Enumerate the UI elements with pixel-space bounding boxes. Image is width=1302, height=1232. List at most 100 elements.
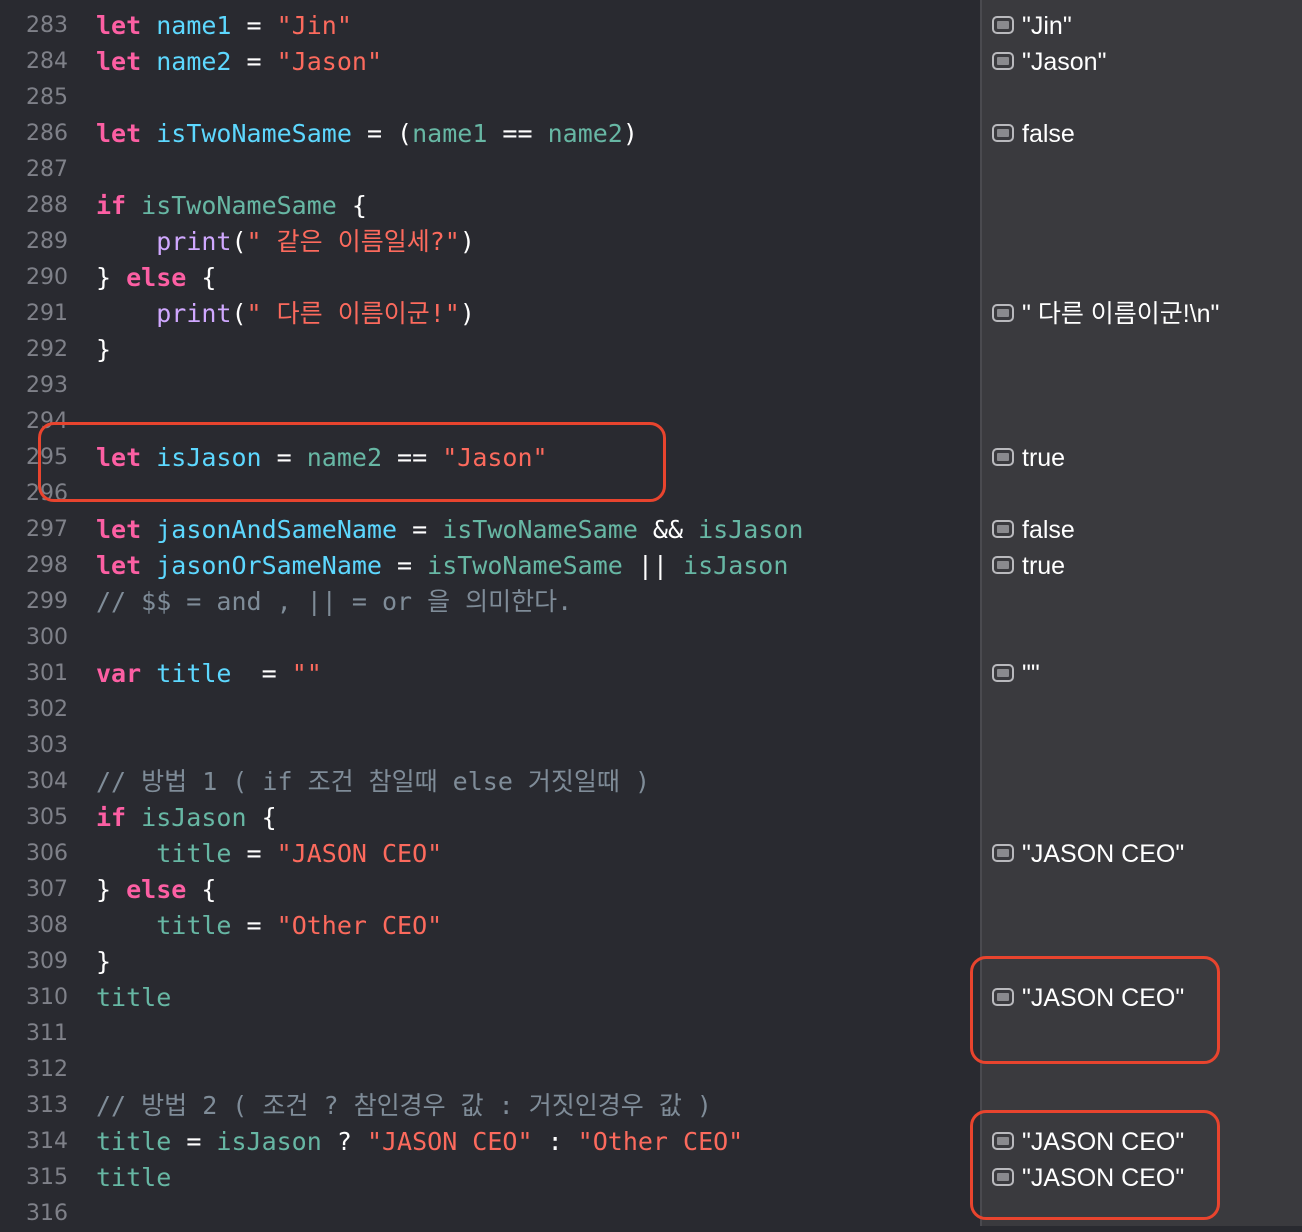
code-line[interactable]: 299 // $$ = and , || = or 을 의미한다. bbox=[0, 584, 980, 620]
result-value[interactable]: false bbox=[992, 116, 1075, 152]
code-token: { bbox=[186, 263, 217, 292]
code-line[interactable]: 312 bbox=[0, 1052, 980, 1088]
line-number: 316 bbox=[26, 1201, 68, 1226]
line-number: 313 bbox=[26, 1093, 68, 1118]
code-line[interactable]: 304 // 방법 1 ( if 조건 참일때 else 거짓일때 ) bbox=[0, 764, 980, 800]
code-token: = bbox=[231, 659, 292, 688]
code-line[interactable]: 287 bbox=[0, 152, 980, 188]
code-text: } bbox=[96, 332, 111, 368]
code-line[interactable]: 302 bbox=[0, 692, 980, 728]
code-line[interactable]: 283 let name1 = "Jin" bbox=[0, 8, 980, 44]
code-line[interactable]: 284 let name2 = "Jason" bbox=[0, 44, 980, 80]
result-value[interactable]: true bbox=[992, 440, 1065, 476]
code-line[interactable]: 292} bbox=[0, 332, 980, 368]
quick-look-icon[interactable] bbox=[992, 52, 1014, 71]
code-line[interactable]: 300 bbox=[0, 620, 980, 656]
quick-look-icon[interactable] bbox=[992, 304, 1014, 323]
quick-look-icon[interactable] bbox=[992, 16, 1014, 35]
code-line[interactable]: 303 bbox=[0, 728, 980, 764]
code-line[interactable]: 305 if isJason { bbox=[0, 800, 980, 836]
code-text: } bbox=[96, 944, 111, 980]
highlight-box-result-310 bbox=[970, 956, 1220, 1064]
code-token: " 같은 이름일세?" bbox=[246, 227, 460, 256]
code-token: || bbox=[622, 551, 684, 580]
code-token: isJason bbox=[141, 803, 247, 832]
result-value[interactable]: "Jason" bbox=[992, 44, 1106, 80]
code-editor[interactable]: 283 let name1 = "Jin" 284 let name2 = "Jaso… bbox=[0, 0, 980, 1226]
quick-look-icon[interactable] bbox=[992, 448, 1014, 467]
code-line[interactable]: 316 bbox=[0, 1196, 980, 1232]
code-token: title bbox=[96, 983, 172, 1012]
code-line[interactable]: 293 bbox=[0, 368, 980, 404]
code-line[interactable]: 309} bbox=[0, 944, 980, 980]
code-text: let name1 = "Jin" bbox=[96, 8, 352, 44]
code-line[interactable]: 285 bbox=[0, 80, 980, 116]
result-text: " 다른 이름이군!\n" bbox=[1022, 300, 1220, 328]
code-line[interactable]: 314 title = isJason ? "JASON CEO" : "Othe… bbox=[0, 1124, 980, 1160]
code-token: } bbox=[96, 947, 112, 976]
code-text: // 방법 2 ( 조건 ? 참인경우 값 : 거짓인경우 값 ) bbox=[96, 1088, 712, 1124]
result-value[interactable]: "" bbox=[992, 656, 1040, 692]
code-token: = bbox=[382, 551, 428, 580]
code-line[interactable]: 311 bbox=[0, 1016, 980, 1052]
result-value[interactable]: " 다른 이름이군!\n" bbox=[992, 296, 1219, 332]
line-number: 311 bbox=[26, 1021, 68, 1046]
line-number: 307 bbox=[26, 877, 68, 902]
code-token: isTwoNameSame bbox=[427, 551, 623, 580]
code-line[interactable]: 289 print(" 같은 이름일세?") bbox=[0, 224, 980, 260]
code-text: print(" 같은 이름일세?") bbox=[96, 224, 475, 260]
code-token: isTwoNameSame bbox=[156, 119, 352, 148]
code-text: let isTwoNameSame = (name1 == name2) bbox=[96, 116, 638, 152]
line-number: 288 bbox=[26, 193, 68, 218]
result-value[interactable]: "Jin" bbox=[992, 8, 1072, 44]
code-line[interactable]: 290} else { bbox=[0, 260, 980, 296]
code-token: } bbox=[96, 335, 112, 364]
code-text: if isTwoNameSame { bbox=[96, 188, 367, 224]
code-line[interactable]: 297 let jasonAndSameName = isTwoNameSame … bbox=[0, 512, 980, 548]
code-token: "Other CEO" bbox=[577, 1127, 744, 1156]
quick-look-icon[interactable] bbox=[992, 520, 1014, 539]
result-text: "" bbox=[1022, 660, 1040, 688]
code-line[interactable]: 301 var title = "" bbox=[0, 656, 980, 692]
code-text: let jasonAndSameName = isTwoNameSame && … bbox=[96, 512, 803, 548]
code-line[interactable]: 286 let isTwoNameSame = (name1 == name2) bbox=[0, 116, 980, 152]
code-token: == bbox=[487, 119, 548, 148]
code-token: = bbox=[397, 515, 443, 544]
line-number: 290 bbox=[26, 265, 68, 290]
highlight-box-result-314-315 bbox=[970, 1110, 1220, 1220]
code-token: ( bbox=[231, 227, 247, 256]
code-line[interactable]: 288 if isTwoNameSame { bbox=[0, 188, 980, 224]
code-text: // 방법 1 ( if 조건 참일때 else 거짓일때 ) bbox=[96, 764, 650, 800]
quick-look-icon[interactable] bbox=[992, 664, 1014, 683]
quick-look-icon[interactable] bbox=[992, 124, 1014, 143]
code-token: if bbox=[96, 803, 142, 832]
code-token: name1 bbox=[412, 119, 488, 148]
code-line[interactable]: 315 title bbox=[0, 1160, 980, 1196]
line-number: 309 bbox=[26, 949, 68, 974]
quick-look-icon[interactable] bbox=[992, 844, 1014, 863]
line-number: 312 bbox=[26, 1057, 68, 1082]
code-line[interactable]: 298 let jasonOrSameName = isTwoNameSame |… bbox=[0, 548, 980, 584]
result-value[interactable]: "JASON CEO" bbox=[992, 836, 1184, 872]
line-number: 315 bbox=[26, 1165, 68, 1190]
code-token: = ( bbox=[351, 119, 413, 148]
result-value[interactable]: false bbox=[992, 512, 1075, 548]
code-line[interactable]: 313 // 방법 2 ( 조건 ? 참인경우 값 : 거짓인경우 값 ) bbox=[0, 1088, 980, 1124]
quick-look-icon[interactable] bbox=[992, 556, 1014, 575]
result-text: false bbox=[1022, 120, 1075, 148]
code-text: var title = "" bbox=[96, 656, 322, 692]
code-line[interactable]: 308 title = "Other CEO" bbox=[0, 908, 980, 944]
code-text: title = "Other CEO" bbox=[96, 908, 442, 944]
code-token: ? bbox=[321, 1127, 367, 1156]
line-number: 287 bbox=[26, 157, 68, 182]
code-token: else bbox=[126, 263, 187, 292]
code-token: // 방법 1 ( if 조건 참일때 else 거짓일때 ) bbox=[96, 767, 651, 796]
result-value[interactable]: true bbox=[992, 548, 1065, 584]
code-line[interactable]: 291 print(" 다른 이름이군!") bbox=[0, 296, 980, 332]
result-text: true bbox=[1022, 552, 1066, 580]
code-line[interactable]: 306 title = "JASON CEO" bbox=[0, 836, 980, 872]
code-line[interactable]: 307} else { bbox=[0, 872, 980, 908]
code-token: { bbox=[246, 803, 277, 832]
code-line[interactable]: 310 title bbox=[0, 980, 980, 1016]
